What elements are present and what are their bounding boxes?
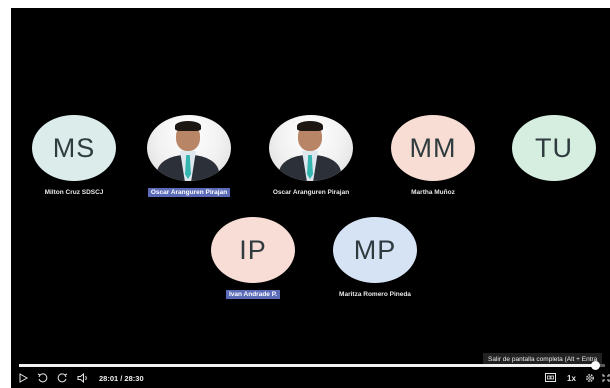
seek-bar[interactable]: [19, 361, 605, 370]
participant-name: Ivan Andrade P.: [225, 290, 281, 299]
avatar-initials: IP: [239, 234, 267, 265]
seek-bar-handle[interactable]: [590, 361, 600, 370]
video-player[interactable]: MS Milton Cruz SDSCJ Oscar Aranguren Pir…: [11, 8, 610, 388]
participant-tile: MP Maritza Romero Pineda: [310, 217, 440, 301]
avatar: IP: [211, 217, 295, 283]
participant-tile: TU: [489, 115, 610, 181]
participant-tile: Oscar Aranguren Pirajan: [124, 115, 254, 199]
seek-bar-fill: [19, 364, 596, 367]
participant-name: Martha Muñoz: [411, 189, 455, 196]
participant-name: Maritza Romero Pineda: [339, 291, 411, 298]
screen: MS Milton Cruz SDSCJ Oscar Aranguren Pir…: [0, 0, 610, 388]
participant-name: Milton Cruz SDSCJ: [44, 189, 104, 196]
avatar: MP: [333, 217, 417, 283]
settings-icon[interactable]: [585, 373, 595, 386]
playback-speed-button[interactable]: 1x: [567, 373, 576, 385]
avatar: TU: [512, 115, 596, 181]
participant-tile: MS Milton Cruz SDSCJ: [11, 115, 139, 199]
volume-icon[interactable]: [77, 372, 89, 386]
avatar-initials: MM: [409, 132, 457, 163]
skip-forward-icon[interactable]: [57, 373, 68, 386]
participant-tile: IP Ivan Andrade P.: [188, 217, 318, 301]
participant-name: Oscar Aranguren Pirajan: [147, 188, 231, 197]
avatar-initials: MP: [353, 234, 397, 265]
avatar: MM: [391, 115, 475, 181]
player-controls: 28:01 / 28:30 1x: [11, 370, 610, 388]
play-icon[interactable]: [19, 373, 29, 386]
captions-icon[interactable]: [545, 373, 556, 385]
avatar-initials: TU: [535, 132, 573, 163]
participant-name: Oscar Aranguren Pirajan: [272, 189, 350, 196]
avatar-initials: MS: [52, 132, 96, 163]
time-display: 28:01 / 28:30: [99, 374, 144, 383]
participant-tile: Oscar Aranguren Pirajan: [246, 115, 376, 199]
avatar-photo: [269, 115, 353, 181]
exit-fullscreen-icon[interactable]: [602, 373, 610, 386]
participant-tile: MM Martha Muñoz: [368, 115, 498, 199]
avatar-photo: [147, 115, 231, 181]
avatar: MS: [32, 115, 116, 181]
skip-back-icon[interactable]: [37, 373, 48, 386]
